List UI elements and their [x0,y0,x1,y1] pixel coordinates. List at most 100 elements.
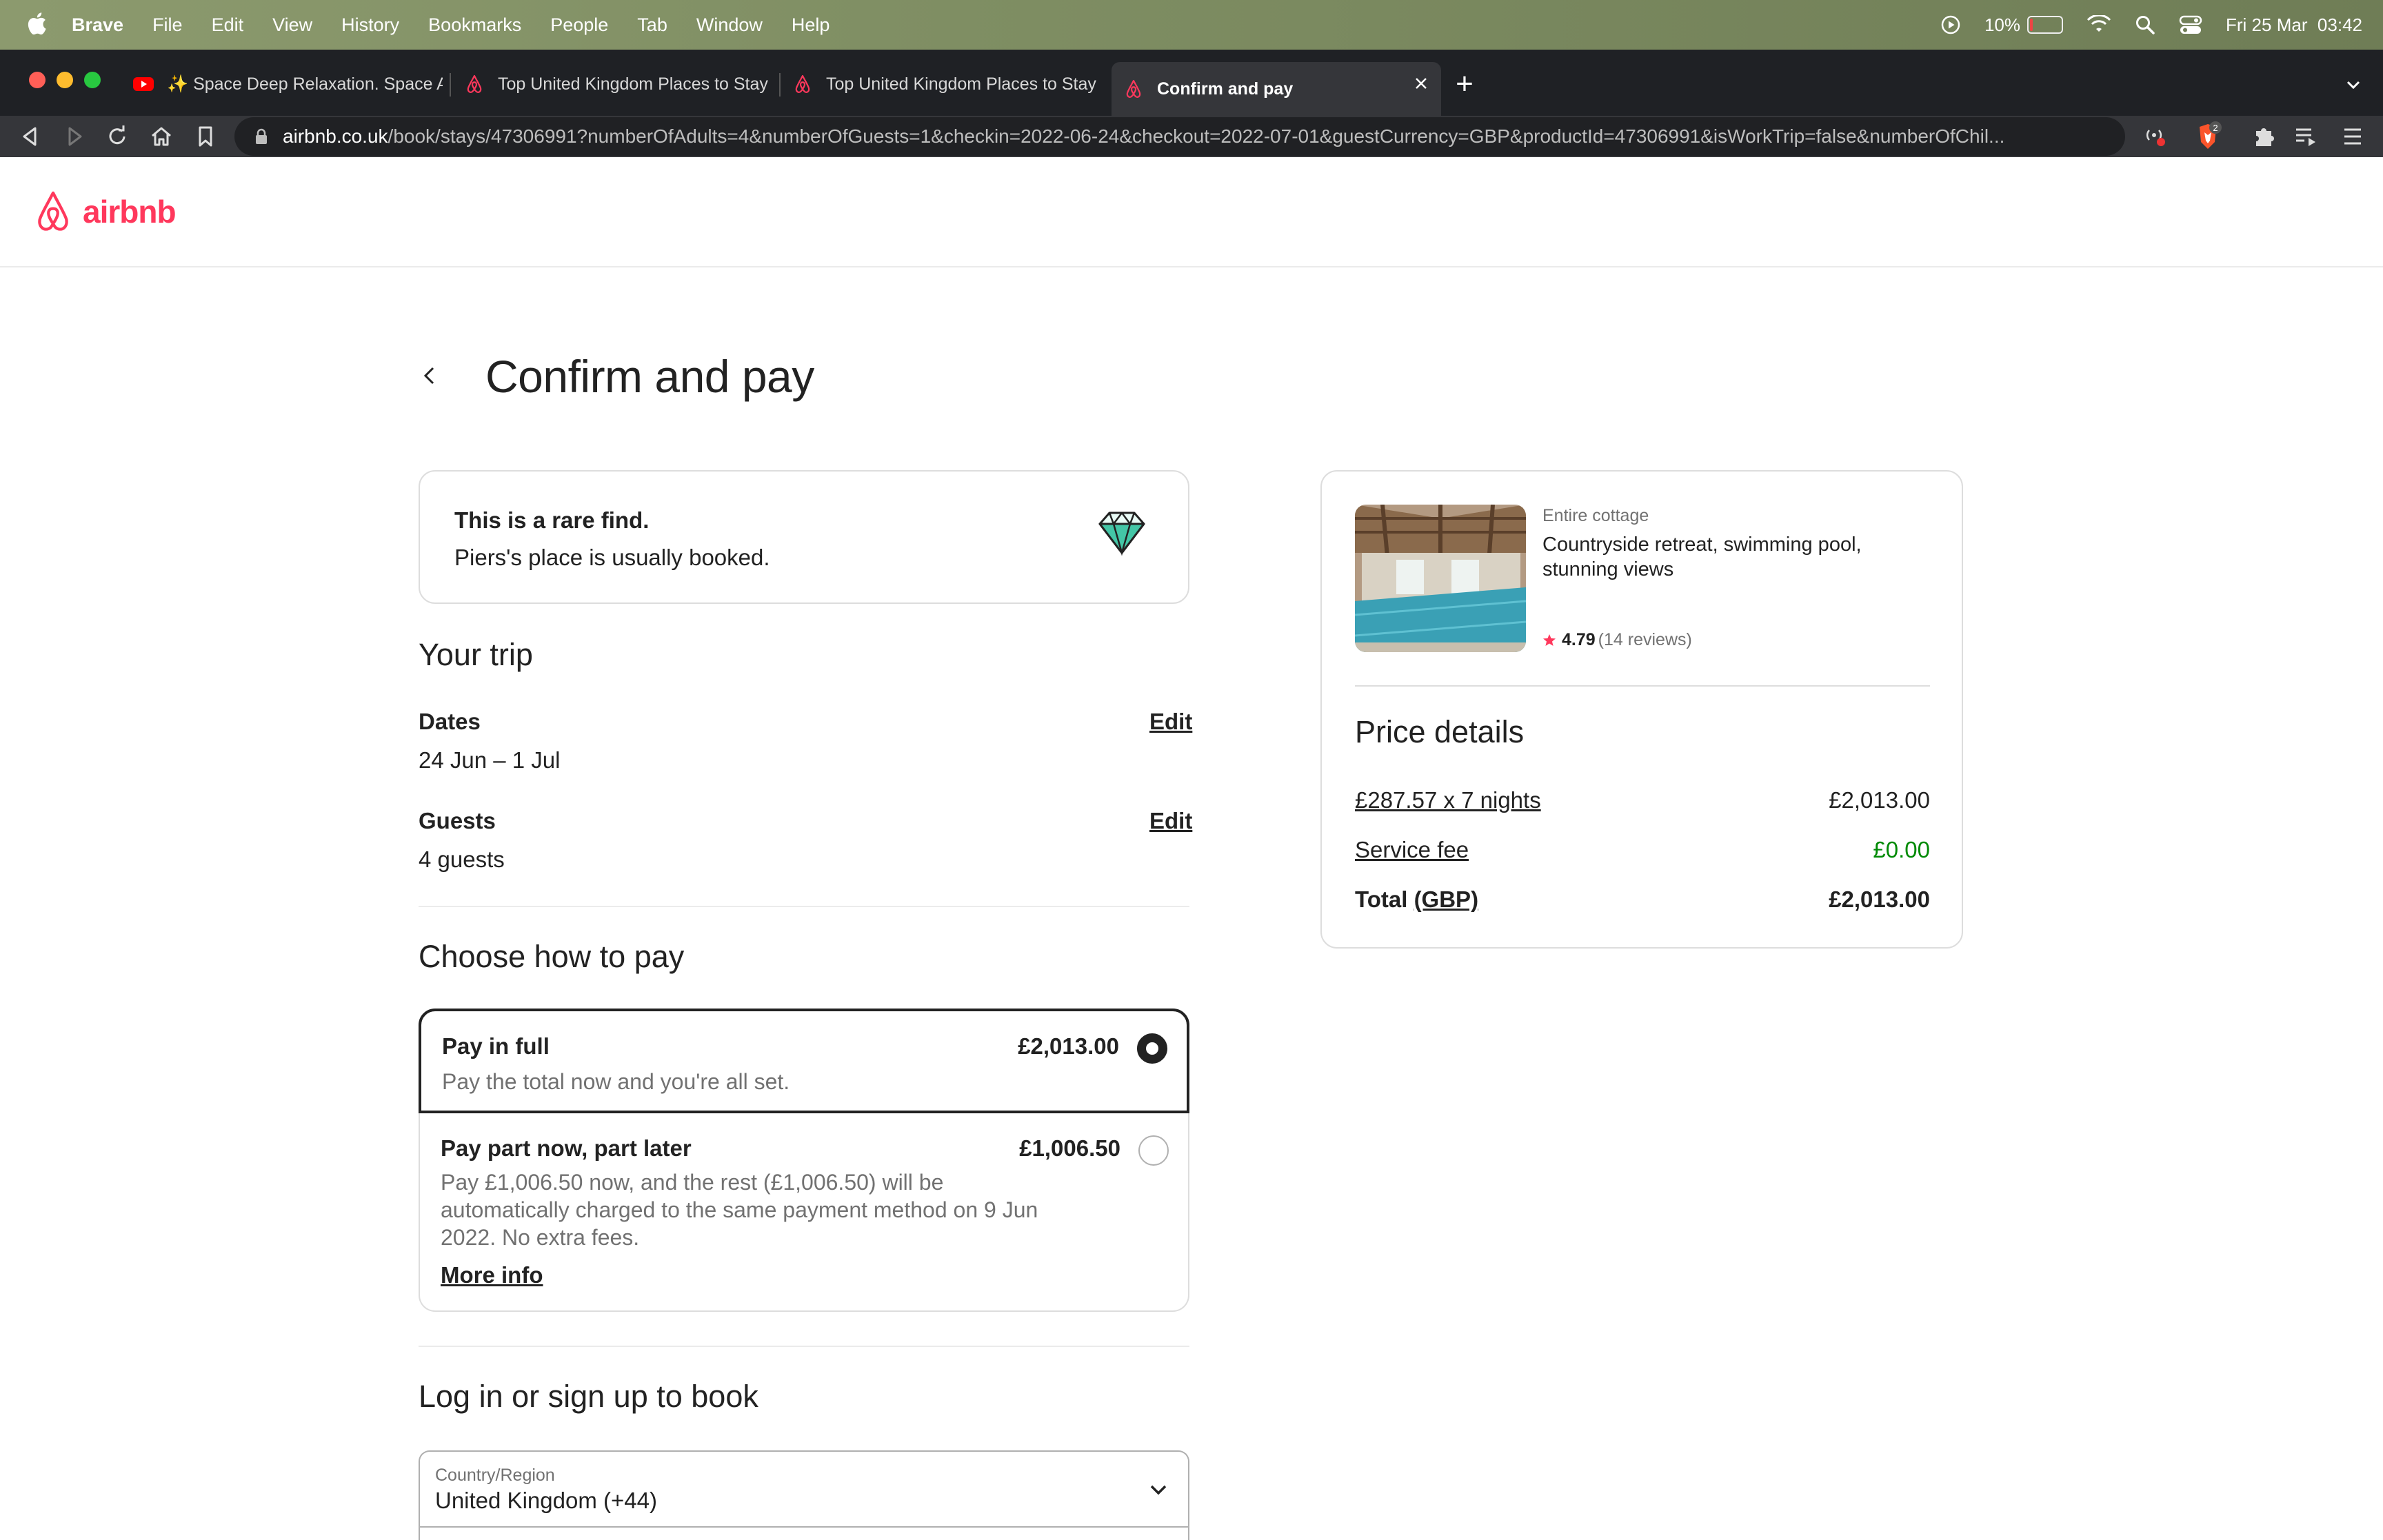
battery-icon [2027,16,2064,34]
home-icon[interactable] [148,123,175,150]
price-details-heading: Price details [1355,714,1525,749]
forward-arrow-icon[interactable] [61,123,88,150]
tab-airbnb-places-1[interactable]: Top United Kingdom Places to Stay [463,62,771,106]
bookmark-icon[interactable] [192,123,219,150]
reload-icon[interactable] [103,123,131,150]
address-bar[interactable]: airbnb.co.uk/book/stays/47306991?numberO… [234,117,2125,156]
airbnb-logo[interactable]: airbnb [32,189,177,234]
rare-find-card: This is a rare find. Piers's place is us… [419,470,1189,604]
section-divider [419,1346,1189,1347]
property-type: Entire cottage [1542,506,1649,525]
tab-airbnb-places-2[interactable]: Top United Kingdom Places to Stay [792,62,1099,106]
airbnb-icon [795,74,810,93]
dates-value: 24 Jun – 1 Jul [419,747,561,773]
back-chevron-icon[interactable] [412,358,447,393]
dates-label: Dates [419,709,481,734]
service-fee-amount: £0.00 [1873,837,1930,862]
browser-tab-bar: ✨ Space Deep Relaxation. Space A Top Uni… [0,50,2383,116]
your-trip-heading: Your trip [419,637,533,672]
menu-help[interactable]: Help [792,14,830,36]
window-minimize-button[interactable] [57,72,73,88]
tab-close-icon[interactable] [1414,76,1429,91]
apple-icon[interactable] [26,11,47,36]
page-title: Confirm and pay [485,351,814,402]
guests-label: Guests [419,808,496,833]
new-tab-button[interactable]: + [1451,69,1478,99]
menu-bookmarks[interactable]: Bookmarks [428,14,521,36]
country-region-value: United Kingdom (+44) [435,1488,657,1513]
url-host: airbnb.co.uk [283,125,388,147]
diamond-icon [1098,511,1145,556]
pay-part-description: Pay £1,006.50 now, and the rest (£1,006.… [441,1170,1038,1250]
tab-youtube[interactable]: ✨ Space Deep Relaxation. Space A [132,62,443,106]
edit-guests-link[interactable]: Edit [1149,808,1192,834]
clock[interactable]: Fri 25 Mar 03:42 [2226,14,2362,36]
pay-full-price: £2,013.00 [1018,1033,1119,1059]
pay-part-radio[interactable] [1138,1135,1169,1166]
battery-indicator[interactable]: 10% [1984,14,2064,36]
nights-breakdown-link[interactable]: £287.57 x 7 nights [1355,787,1541,813]
wifi-icon[interactable] [2087,15,2111,34]
airbnb-logo-icon [38,191,68,231]
tab-title: ✨ Space Deep Relaxation. Space A [167,74,443,94]
tab-title: Confirm and pay [1157,79,1294,99]
rare-find-subtitle: Piers's place is usually booked. [454,545,770,570]
star-icon [1543,634,1556,646]
menu-history[interactable]: History [341,14,399,36]
guests-value: 4 guests [419,847,505,872]
airbnb-icon [467,74,482,93]
lock-icon[interactable] [255,128,268,145]
country-region-label: Country/Region [435,1466,555,1485]
menu-app-name[interactable]: Brave [72,14,123,36]
window-close-button[interactable] [29,72,46,88]
playlist-icon[interactable] [2291,121,2321,152]
nights-amount: £2,013.00 [1829,787,1930,813]
listing-name: Countryside retreat, swimming pool, stun… [1542,534,1862,580]
pay-part-title: Pay part now, part later [441,1135,692,1161]
menu-tab[interactable]: Tab [637,14,667,36]
menu-edit[interactable]: Edit [212,14,244,36]
pay-in-full-option[interactable]: Pay in full £2,013.00 Pay the total now … [419,1009,1189,1113]
youtube-icon [133,77,154,91]
service-fee-link[interactable]: Service fee [1355,837,1469,863]
currency-link[interactable]: (GBP) [1414,886,1479,912]
rating-score: 4.79 [1562,630,1596,649]
site-header: airbnb [0,157,2383,267]
field-divider [419,1526,1189,1528]
spotlight-search-icon[interactable] [2135,14,2155,35]
pay-part-price: £1,006.50 [1019,1135,1120,1161]
back-arrow-icon[interactable] [17,123,44,150]
listing-photo[interactable] [1355,505,1526,652]
extensions-puzzle-icon[interactable] [2249,121,2280,152]
login-heading: Log in or sign up to book [419,1379,758,1414]
tab-title: Top United Kingdom Places to Stay [826,74,1096,94]
more-info-link[interactable]: More info [441,1262,543,1288]
menu-window[interactable]: Window [696,14,763,36]
review-count: (14 reviews) [1598,630,1692,649]
rare-find-title: This is a rare find. [454,507,650,533]
browser-toolbar: airbnb.co.uk/book/stays/47306991?numberO… [0,116,2383,157]
menu-hamburger-icon[interactable] [2337,121,2368,152]
pay-full-radio[interactable] [1137,1033,1167,1064]
tab-title: Top United Kingdom Places to Stay [498,74,768,94]
shield-count: 2 [2213,123,2218,133]
control-center-icon[interactable] [2179,14,2202,35]
pay-part-option[interactable]: Pay part now, part later £1,006.50 Pay £… [419,1113,1189,1312]
menu-file[interactable]: File [152,14,183,36]
macos-menu-bar: Brave File Edit View History Bookmarks P… [0,0,2383,50]
total-amount: £2,013.00 [1829,886,1930,912]
window-zoom-button[interactable] [84,72,101,88]
menu-view[interactable]: View [272,14,312,36]
media-play-icon[interactable] [1940,14,1961,35]
tab-confirm-and-pay[interactable]: Confirm and pay [1112,62,1441,116]
pay-full-title: Pay in full [442,1033,550,1059]
broadcast-blocked-icon[interactable] [2140,121,2171,152]
brave-shields-icon[interactable]: 2 [2193,121,2223,152]
pay-full-description: Pay the total now and you're all set. [442,1069,790,1094]
tab-search-chevron-icon[interactable] [2343,74,2364,95]
edit-dates-link[interactable]: Edit [1149,709,1192,735]
airbnb-logo-text: airbnb [83,194,177,230]
listing-summary-card: Entire cottage Countryside retreat, swim… [1320,470,1963,949]
card-divider [1355,685,1930,687]
menu-people[interactable]: People [550,14,608,36]
